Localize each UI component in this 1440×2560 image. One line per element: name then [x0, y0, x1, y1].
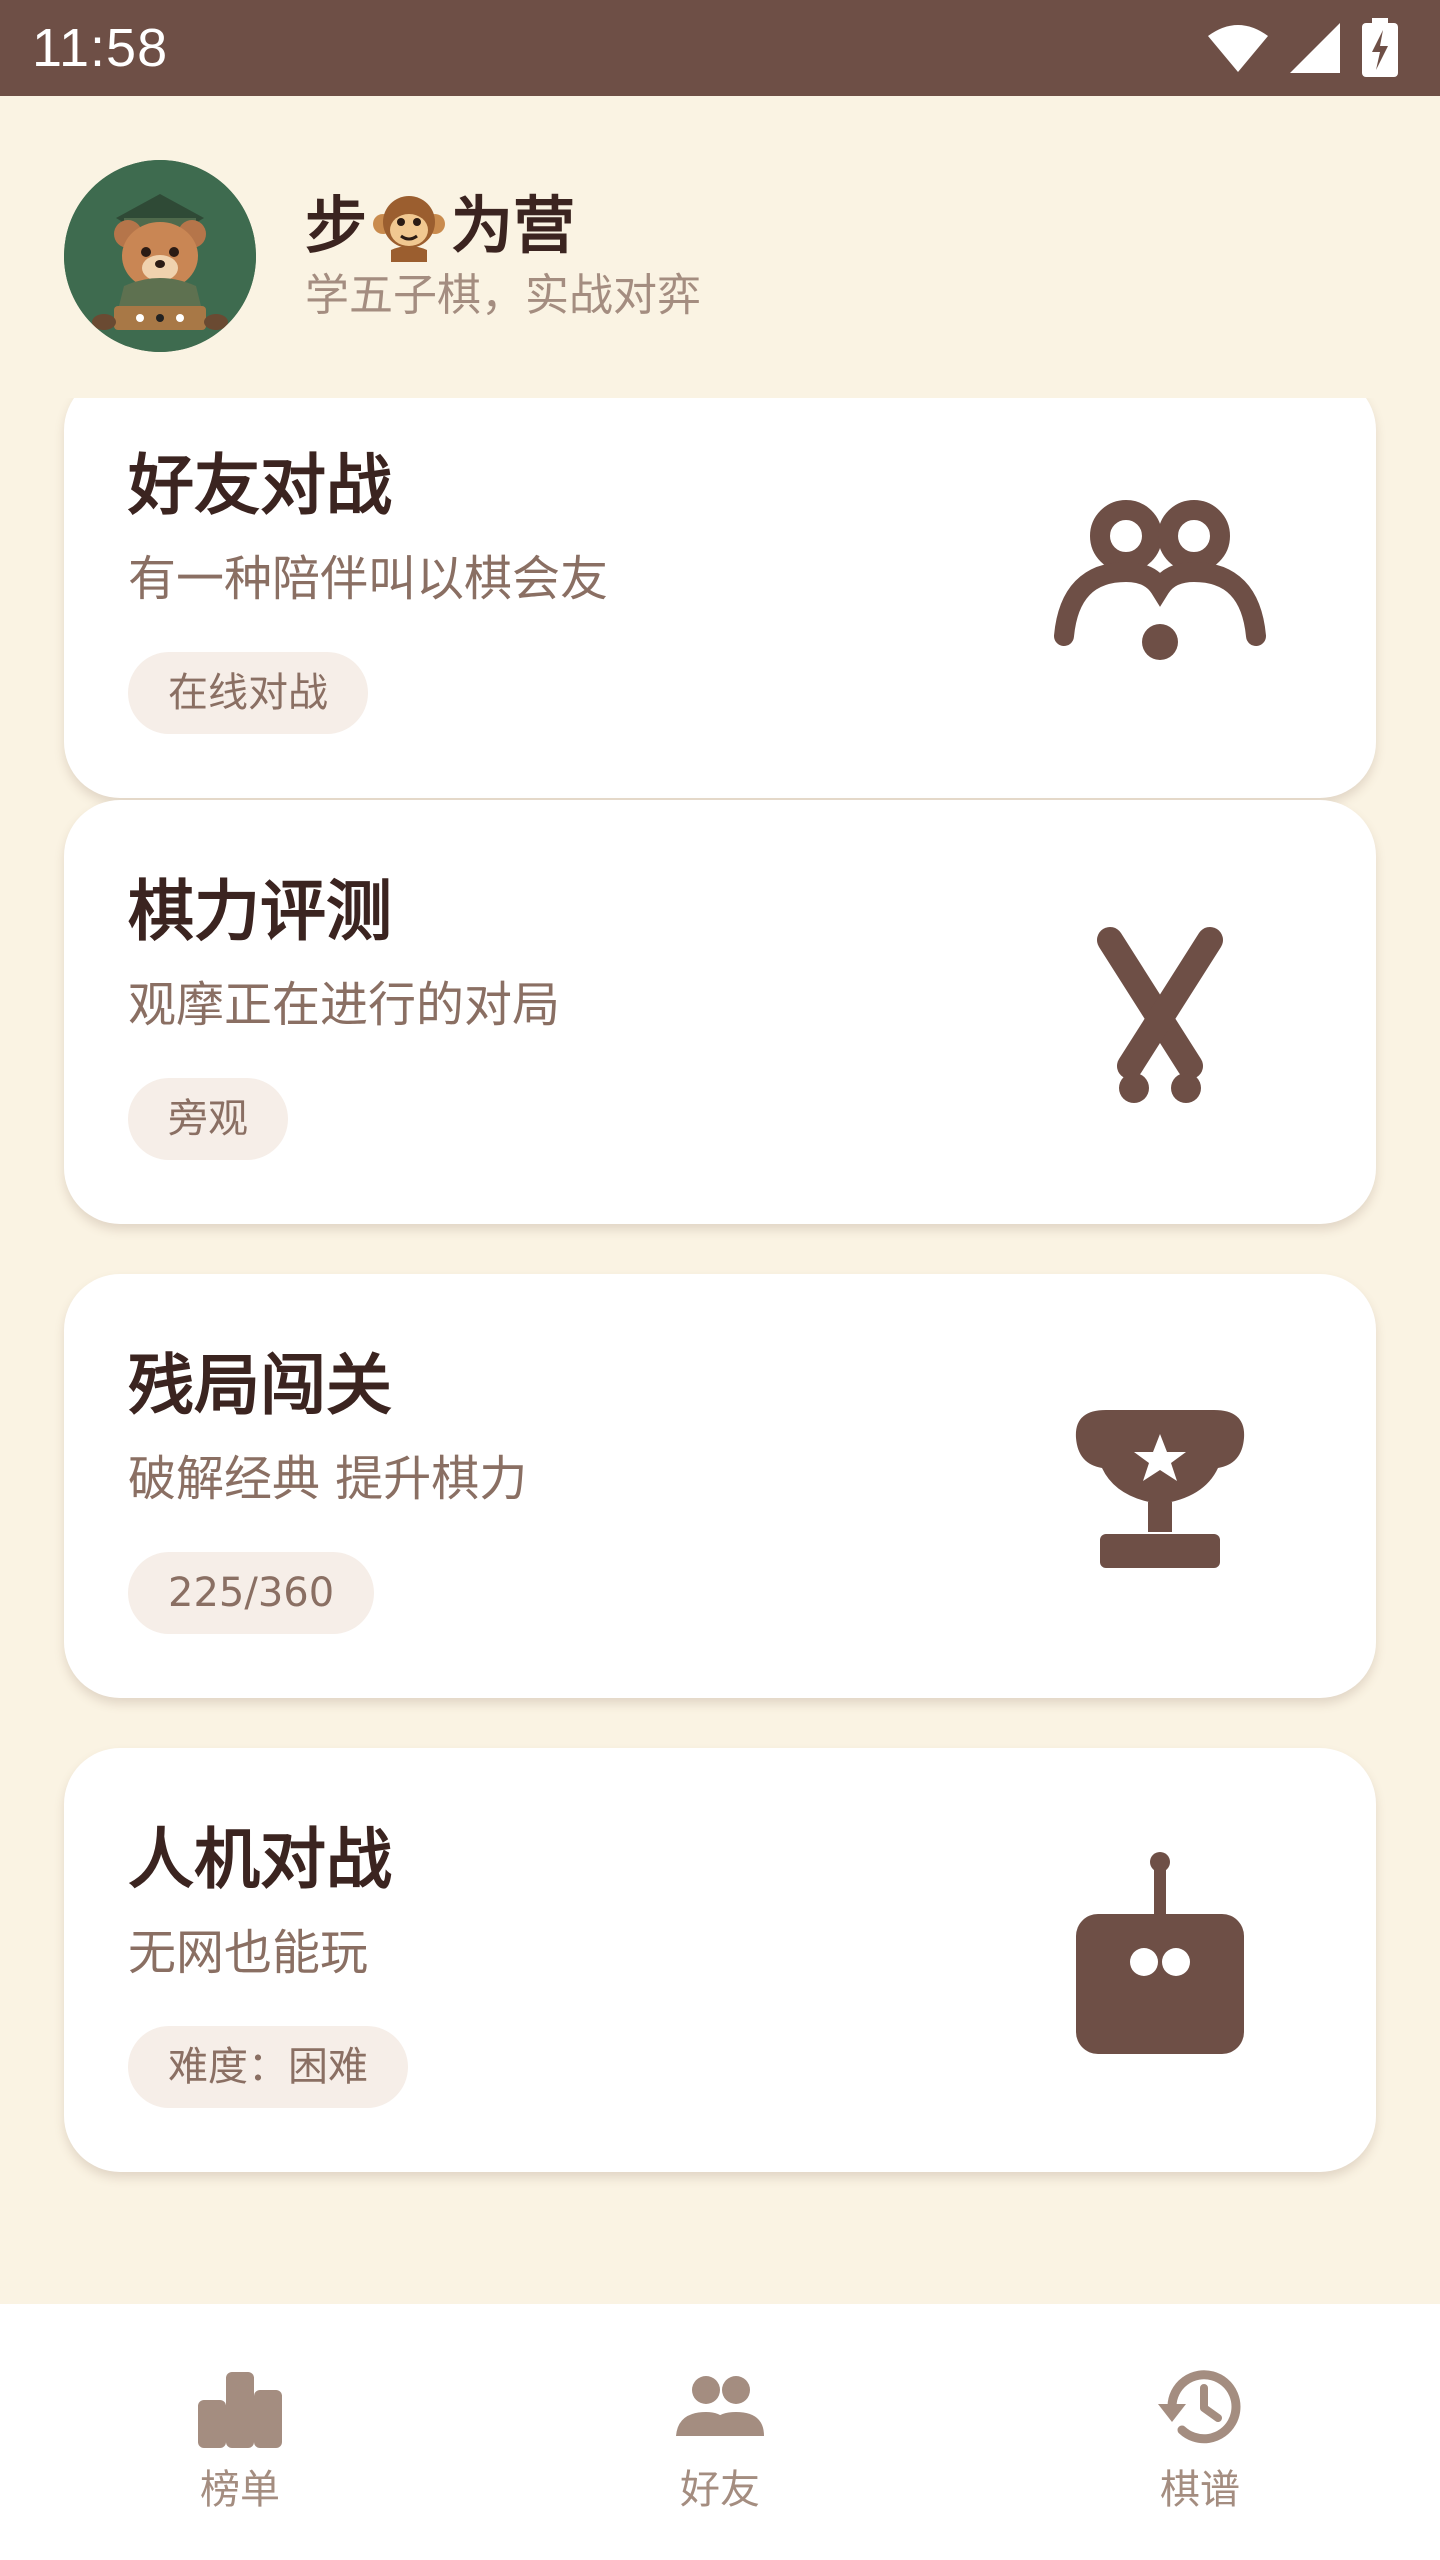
- card-title: 好友对战: [128, 447, 392, 524]
- monkey-icon: [373, 196, 446, 262]
- history-icon: [1158, 2370, 1241, 2444]
- avatar[interactable]: [64, 160, 256, 352]
- nav-item-leaderboard[interactable]: 榜单: [0, 2304, 480, 2560]
- card-tag: 在线对战: [128, 652, 368, 734]
- robot-icon: [1076, 1852, 1244, 2054]
- cellular-signal-icon: [1290, 23, 1340, 73]
- card-description: 无网也能玩: [128, 1925, 369, 1981]
- card-vs-computer[interactable]: 人机对战 无网也能玩 难度：困难: [64, 1748, 1376, 2172]
- battery-charging-icon: [1362, 18, 1398, 77]
- card-tag: 225/360: [128, 1552, 375, 1634]
- card-skill-test[interactable]: 棋力评测 观摩正在进行的对局 旁观: [64, 800, 1376, 1224]
- friends-icon: [1054, 500, 1266, 660]
- app-header: 步 为营 学五子棋，实战对弈: [0, 96, 1440, 398]
- bottom-navigation: 榜单 好友 棋谱: [0, 2304, 1440, 2560]
- card-tag: 难度：困难: [128, 2026, 408, 2108]
- wifi-icon: [1208, 25, 1268, 72]
- crossed-swords-icon: [1097, 927, 1223, 1103]
- card-description: 破解经典 提升棋力: [128, 1451, 528, 1507]
- card-title: 人机对战: [128, 1821, 392, 1898]
- nav-item-game-records[interactable]: 棋谱: [960, 2304, 1440, 2560]
- card-description: 观摩正在进行的对局: [128, 977, 561, 1033]
- nav-label: 棋谱: [1160, 2467, 1240, 2513]
- app-subtitle: 学五子棋，实战对弈: [305, 270, 701, 321]
- card-friend-battle[interactable]: 好友对战 有一种陪伴叫以棋会友 在线对战: [64, 398, 1376, 798]
- card-description: 有一种陪伴叫以棋会友: [128, 551, 609, 607]
- status-icons: [1206, 18, 1400, 78]
- card-tag: 旁观: [128, 1078, 288, 1160]
- nav-label: 好友: [680, 2467, 760, 2513]
- mode-list[interactable]: 好友对战 有一种陪伴叫以棋会友 在线对战 棋力评测 观摩正在进行的对局 旁观 残…: [0, 398, 1440, 2304]
- app-title-left: 步: [305, 189, 368, 262]
- app-title: 步 为营: [305, 188, 575, 264]
- nav-item-friends[interactable]: 好友: [480, 2304, 960, 2560]
- card-endgame-challenge[interactable]: 残局闯关 破解经典 提升棋力 225/360: [64, 1274, 1376, 1698]
- nav-label: 榜单: [200, 2467, 280, 2513]
- card-title: 残局闯关: [128, 1347, 392, 1424]
- trophy-icon: [1075, 1410, 1245, 1568]
- app-title-right: 为营: [451, 189, 576, 262]
- status-time: 11:58: [32, 18, 169, 78]
- people-icon: [676, 2376, 764, 2436]
- status-bar: 11:58: [0, 0, 1440, 96]
- leaderboard-icon: [198, 2372, 282, 2448]
- card-title: 棋力评测: [128, 873, 392, 950]
- bear-mascot-icon: [64, 160, 256, 352]
